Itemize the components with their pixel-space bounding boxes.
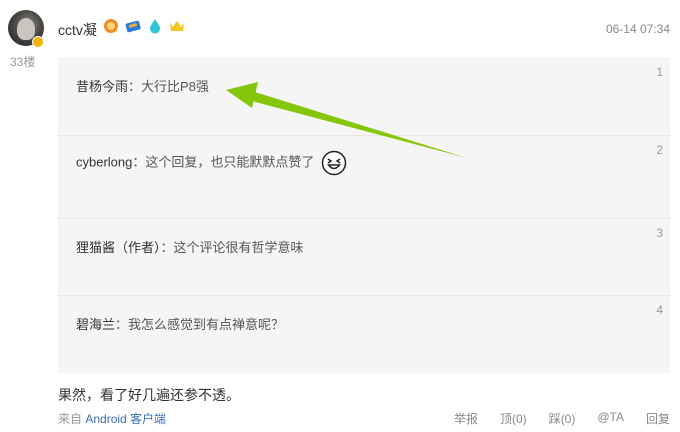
sub-reply-author[interactable]: 碧海兰: [76, 317, 115, 332]
floor-number: 33楼: [10, 55, 36, 69]
reply-button[interactable]: 回复: [646, 410, 670, 427]
sub-reply-text: ：我怎么感觉到有点禅意呢？: [115, 317, 285, 332]
sub-reply-number: 3: [656, 226, 663, 240]
sub-reply-text: ：这个回复，也只能默默点赞了: [132, 154, 315, 170]
grinning-face-icon: [321, 150, 347, 176]
post-content: 果然，看了好几遍还参不透。: [58, 387, 240, 403]
source-link[interactable]: Android 客户端: [85, 412, 166, 426]
sub-reply-author[interactable]: 昔杨今雨: [76, 79, 128, 94]
sub-reply-text: ：大行比P8强: [128, 79, 209, 94]
source-prefix: 来自: [58, 412, 83, 426]
post-timestamp: 06-14 07:34: [605, 22, 670, 36]
sub-reply-item: 昔杨今雨：大行比P8强 1: [58, 57, 670, 136]
sub-reply-author[interactable]: 狸猫酱（作者）: [76, 240, 161, 255]
sub-reply-list: 昔杨今雨：大行比P8强 1 cyberlong：这个回复，也只能默默点赞了 2 …: [58, 57, 670, 373]
user-badges: [103, 18, 185, 34]
verified-badge-icon: [32, 36, 44, 48]
sub-reply-item: 狸猫酱（作者）：这个评论很有哲学意味 3: [58, 218, 670, 296]
sub-reply-text: ：这个评论很有哲学意味: [160, 240, 304, 255]
sub-reply-item: 碧海兰：我怎么感觉到有点禅意呢？ 4: [58, 295, 670, 373]
sub-reply-item: cyberlong：这个回复，也只能默默点赞了 2: [58, 135, 670, 219]
crown-icon[interactable]: [169, 18, 185, 34]
orange-medal-icon[interactable]: [103, 18, 119, 34]
sub-reply-number: 1: [656, 65, 663, 79]
sub-reply-number: 4: [656, 303, 663, 317]
downvote-button[interactable]: 踩(0): [549, 410, 576, 427]
ticket-icon[interactable]: [125, 18, 141, 34]
username[interactable]: cctv凝: [58, 20, 97, 40]
mention-button[interactable]: @TA: [597, 410, 624, 427]
report-button[interactable]: 举报: [454, 410, 478, 427]
sub-reply-author[interactable]: cyberlong: [76, 154, 132, 169]
post-actions: 举报 顶(0) 踩(0) @TA 回复: [454, 410, 670, 427]
sub-reply-number: 2: [656, 143, 663, 157]
upvote-button[interactable]: 顶(0): [500, 410, 527, 427]
post-source: 来自 Android 客户端: [58, 410, 166, 427]
water-drop-icon[interactable]: [147, 18, 163, 34]
